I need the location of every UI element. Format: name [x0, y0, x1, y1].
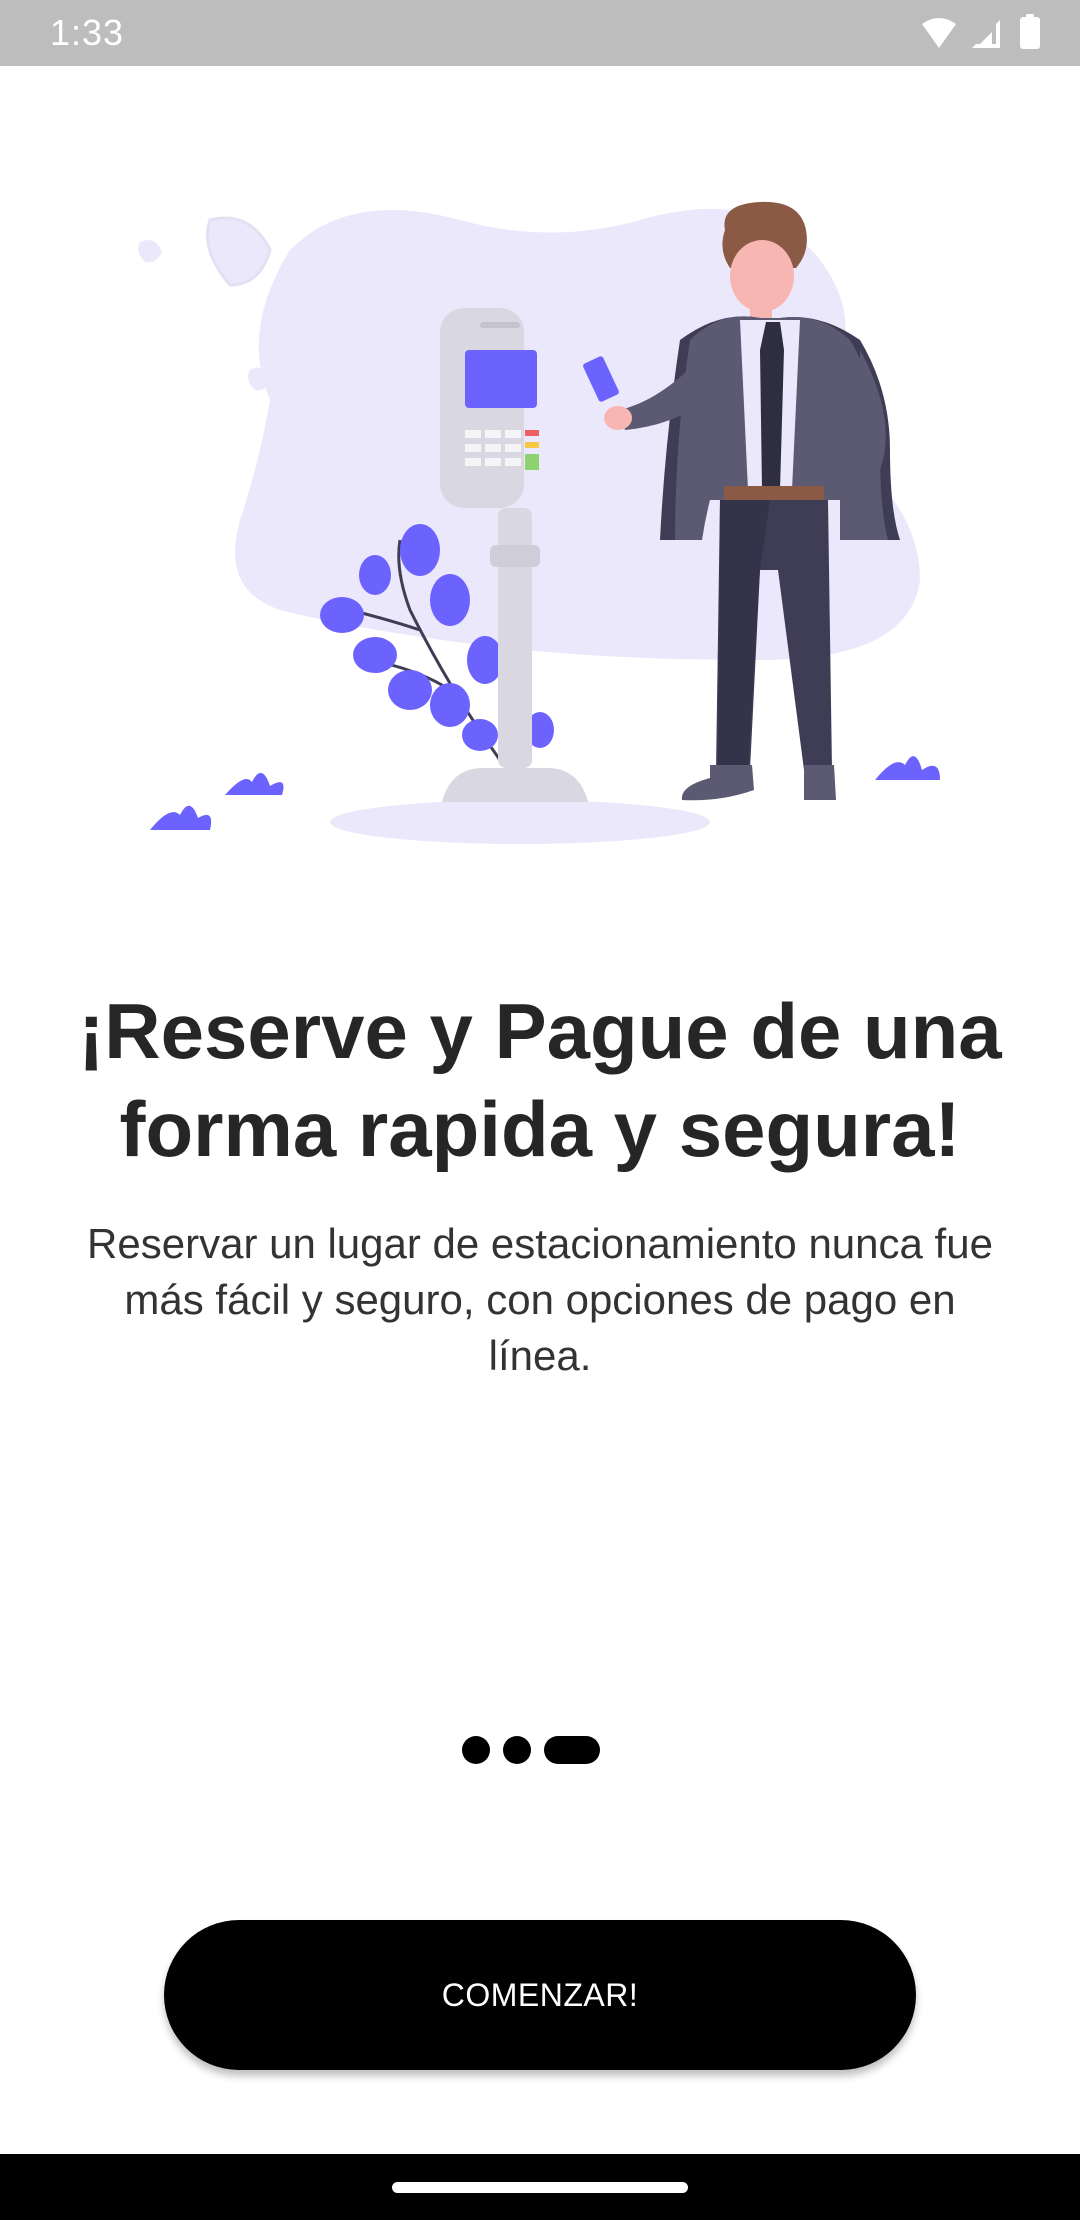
leaf-shape — [206, 216, 272, 287]
onboarding-title: ¡Reserve y Pague de una forma rapida y s… — [78, 987, 1002, 1173]
onboarding-subtitle: Reservar un lugar de estacionamiento nun… — [87, 1220, 993, 1379]
start-button[interactable]: COMENZAR! — [164, 1920, 916, 2070]
page-indicator-dot[interactable] — [462, 1736, 490, 1764]
page-indicator — [462, 1736, 600, 1764]
cellular-signal-icon — [972, 20, 1000, 48]
page-indicator-dot[interactable] — [503, 1736, 531, 1764]
status-bar: 1:33 — [0, 0, 1080, 66]
payment-illustration — [120, 190, 960, 850]
onboarding-screen: 1:33 ¡Reserve y Pague de una forma rapid… — [0, 0, 1080, 2220]
battery-icon — [1020, 14, 1040, 49]
navigation-bar — [0, 2154, 1080, 2220]
status-icons — [920, 14, 1048, 52]
status-time: 1:33 — [50, 12, 125, 53]
page-indicator-dot-active[interactable] — [544, 1736, 600, 1764]
home-indicator[interactable] — [392, 2182, 688, 2193]
wifi-icon — [922, 18, 956, 48]
